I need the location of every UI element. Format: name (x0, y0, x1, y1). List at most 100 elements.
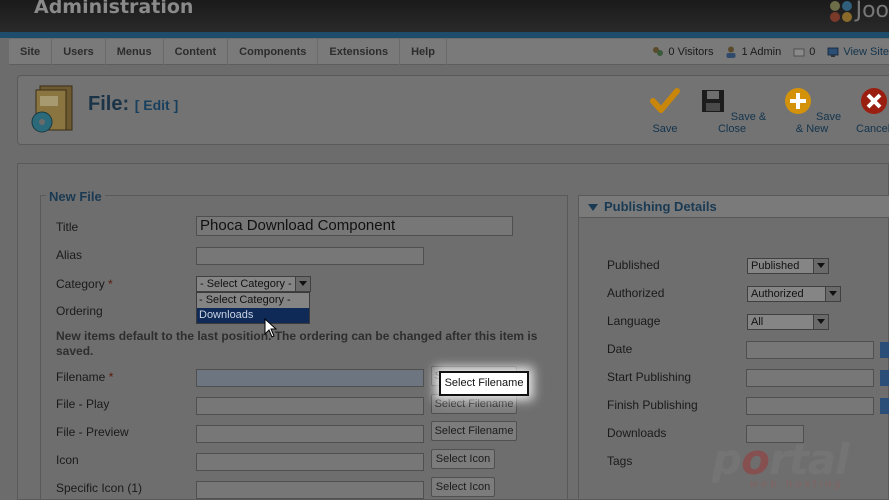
required-mark: * (108, 370, 114, 384)
icon-input[interactable] (196, 453, 424, 471)
menu-users[interactable]: Users (52, 39, 106, 65)
specific-icon-label: Specific Icon (1) (56, 481, 143, 495)
filename-label: Filename * (56, 370, 113, 384)
chevron-down-icon (825, 287, 840, 301)
visitors-status: 0 Visitors (652, 46, 713, 58)
visitors-icon (653, 47, 664, 56)
main-menu: Site Users Menus Content Components Exte… (9, 39, 889, 65)
file-preview-label: File - Preview (56, 425, 129, 439)
visitors-count: 0 Visitors (668, 46, 714, 58)
download-box-icon (31, 85, 73, 133)
title-label: Title (56, 220, 79, 234)
authorized-value: Authorized (751, 288, 804, 300)
chevron-down-icon (295, 277, 310, 291)
chevron-down-icon (813, 315, 828, 329)
admins-count: 1 Admin (741, 46, 782, 58)
header-divider (0, 32, 889, 38)
menu-help[interactable]: Help (400, 39, 447, 65)
select-filename-play-button[interactable]: Select Filename (431, 394, 517, 414)
category-label: Category * (56, 277, 113, 291)
tags-label: Tags (607, 454, 633, 468)
messages-status: 0 (793, 46, 815, 58)
floppy-disk-icon (701, 90, 724, 112)
authorized-select[interactable]: Authorized (747, 286, 841, 302)
publishing-heading: Publishing Details (604, 199, 717, 214)
menu-site[interactable]: Site (9, 39, 53, 65)
cancel-x-icon (861, 88, 887, 114)
published-select[interactable]: Published (747, 258, 829, 274)
required-mark: * (108, 277, 113, 291)
messages-icon (793, 48, 805, 57)
downloads-label: Downloads (607, 426, 667, 440)
view-site-link[interactable]: View Site (827, 46, 889, 58)
portal-watermark-logo: portal web hosting (712, 435, 849, 490)
publishing-header[interactable]: Publishing Details (579, 196, 889, 218)
file-play-input[interactable] (196, 397, 424, 415)
category-select[interactable]: - Select Category - (196, 276, 311, 292)
cancel-button[interactable]: Cancel (856, 86, 889, 135)
language-select[interactable]: All (747, 314, 829, 330)
category-option-downloads[interactable]: Downloads (197, 308, 309, 323)
calendar-icon[interactable] (880, 398, 889, 414)
save-close-button[interactable]: Save & Close (697, 86, 767, 135)
date-label: Date (607, 342, 633, 356)
alias-input[interactable] (196, 247, 424, 265)
save-new-button[interactable]: Save & New (779, 86, 845, 135)
category-option[interactable]: - Select Category - (197, 293, 309, 308)
menu-content[interactable]: Content (164, 39, 229, 65)
page-subtitle: [ Edit ] (134, 97, 179, 113)
admin-user-icon (726, 46, 736, 58)
joomla-mark-icon (828, 0, 856, 23)
alias-label: Alias (56, 248, 83, 262)
language-value: All (751, 316, 764, 328)
view-site-label: View Site (843, 46, 889, 58)
admins-status: 1 Admin (725, 46, 781, 58)
category-dropdown-list[interactable]: - Select Category - Downloads (196, 292, 310, 324)
select-icon-button[interactable]: Select Icon (431, 449, 495, 469)
ordering-note: New items default to the last position. … (56, 329, 538, 358)
mouse-cursor-icon (264, 318, 278, 338)
authorized-label: Authorized (607, 286, 665, 300)
collapse-arrow-icon (588, 204, 598, 211)
start-publishing-input[interactable] (746, 369, 874, 387)
logo-text: Joo (855, 0, 889, 23)
plus-circle-icon (784, 88, 811, 114)
select-filename-highlighted-button[interactable]: Select Filename (439, 371, 529, 396)
status-bar: 0 Visitors 1 Admin 0 View Site (652, 39, 889, 65)
checkmark-icon (650, 88, 680, 113)
calendar-icon[interactable] (880, 370, 889, 386)
date-input[interactable] (746, 341, 874, 359)
joomla-logo: Joo (828, 0, 889, 23)
filename-input[interactable] (196, 369, 424, 387)
calendar-icon[interactable] (880, 342, 889, 358)
published-value: Published (751, 260, 800, 272)
file-preview-input[interactable] (196, 425, 424, 443)
menu-menus[interactable]: Menus (106, 39, 164, 65)
select-specific-icon-button[interactable]: Select Icon (431, 477, 495, 497)
save-label: Save (652, 123, 678, 135)
ordering-label: Ordering (56, 304, 103, 318)
page-title: File: [ Edit ] (88, 93, 178, 116)
filename-label-text: Filename (56, 370, 106, 384)
published-label: Published (607, 258, 660, 272)
start-publishing-label: Start Publishing (607, 370, 692, 384)
new-file-legend: New File (46, 189, 105, 204)
category-selected: - Select Category - (200, 278, 292, 290)
admin-header: Administration Joo (0, 0, 889, 32)
category-label-text: Category (56, 277, 105, 291)
page-title-text: File: (88, 93, 130, 115)
language-label: Language (607, 314, 661, 328)
monitor-icon (827, 47, 839, 57)
messages-count: 0 (809, 46, 816, 58)
title-input[interactable]: Phoca Download Component (196, 216, 513, 236)
icon-label: Icon (56, 453, 79, 467)
admin-title: Administration (34, 0, 194, 18)
save-button[interactable]: Save (648, 86, 682, 135)
select-filename-preview-button[interactable]: Select Filename (431, 421, 517, 441)
finish-publishing-input[interactable] (746, 397, 874, 415)
specific-icon-input[interactable] (196, 481, 424, 499)
menu-extensions[interactable]: Extensions (318, 39, 401, 65)
cancel-label: Cancel (856, 123, 889, 135)
menu-components[interactable]: Components (228, 39, 319, 65)
finish-publishing-label: Finish Publishing (607, 398, 698, 412)
